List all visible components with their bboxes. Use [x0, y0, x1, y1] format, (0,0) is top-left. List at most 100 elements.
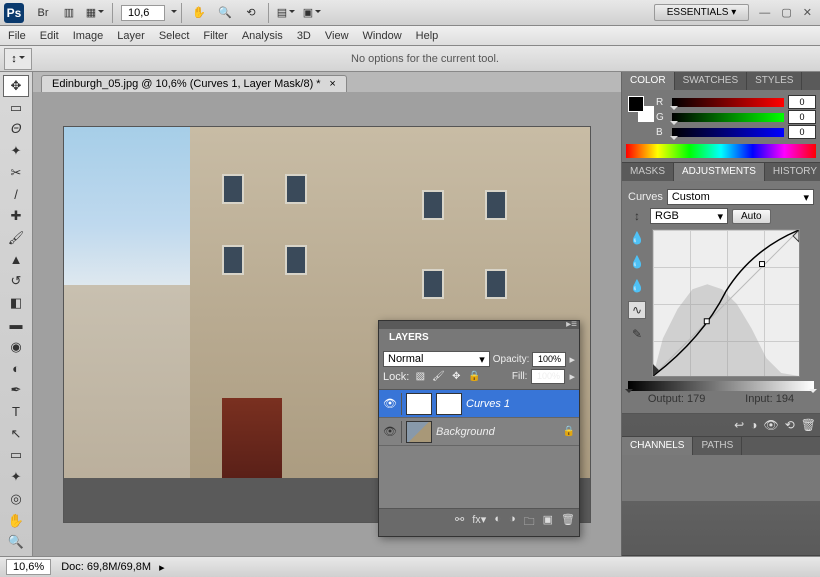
tab-masks[interactable]: MASKS — [622, 163, 674, 181]
menu-select[interactable]: Select — [159, 30, 190, 42]
workspace-switcher[interactable]: ESSENTIALS ▾ — [654, 4, 750, 21]
shape-tool-icon[interactable]: ▭ — [3, 444, 29, 466]
healing-tool-icon[interactable]: ✚ — [3, 205, 29, 227]
tab-adjustments[interactable]: ADJUSTMENTS — [674, 163, 765, 181]
opacity-slider-icon[interactable]: ▸ — [569, 353, 575, 366]
channel-select[interactable]: RGB▾ — [650, 208, 728, 224]
status-menu-icon[interactable]: ▸ — [159, 561, 165, 574]
brush-tool-icon[interactable]: 🖌 — [3, 227, 29, 249]
adjustment-thumb-icon[interactable]: ∿ — [406, 393, 432, 415]
menu-help[interactable]: Help — [416, 30, 439, 42]
fill-value[interactable]: 100% — [531, 369, 565, 384]
new-layer-icon[interactable]: ▣ — [543, 513, 553, 532]
layer-row[interactable]: 👁 Background 🔒 — [379, 418, 579, 446]
eyedropper-tool-icon[interactable]: / — [3, 184, 29, 206]
move-tool-icon[interactable]: ✥ — [3, 75, 29, 97]
history-brush-tool-icon[interactable]: ↺ — [3, 271, 29, 293]
type-tool-icon[interactable]: T — [3, 401, 29, 423]
layer-style-icon[interactable]: fx▾ — [472, 513, 486, 532]
lock-transparency-icon[interactable]: ▧ — [413, 370, 427, 384]
layer-thumb-icon[interactable] — [406, 421, 432, 443]
menu-image[interactable]: Image — [73, 30, 104, 42]
status-zoom[interactable]: 10,6% — [6, 559, 51, 575]
red-slider[interactable] — [672, 98, 784, 107]
delete-layer-icon[interactable]: 🗑 — [561, 513, 575, 532]
curves-preset-select[interactable]: Custom▾ — [667, 189, 814, 205]
foreground-background-swatch[interactable] — [628, 96, 654, 122]
marquee-tool-icon[interactable]: ▭ — [3, 97, 29, 119]
tab-paths[interactable]: PATHS — [693, 437, 742, 455]
blend-mode-select[interactable]: Normal▾ — [383, 351, 490, 367]
reset-icon[interactable]: ⟲ — [785, 418, 795, 432]
tab-history[interactable]: HISTORY — [765, 163, 820, 181]
tab-channels[interactable]: CHANNELS — [622, 437, 693, 455]
blue-value[interactable]: 0 — [788, 125, 816, 139]
tab-color[interactable]: COLOR — [622, 72, 675, 90]
delete-adj-icon[interactable]: 🗑 — [801, 418, 816, 432]
menu-3d[interactable]: 3D — [297, 30, 311, 42]
window-controls[interactable]: — ▢ ✕ — [759, 6, 816, 19]
add-mask-icon[interactable]: ◐ — [494, 513, 501, 532]
curve-draw-tool-icon[interactable]: ✎ — [628, 325, 646, 343]
path-select-tool-icon[interactable]: ↖ — [3, 423, 29, 445]
arrange-docs-icon[interactable]: ▤ — [275, 3, 297, 23]
tab-styles[interactable]: STYLES — [747, 72, 802, 90]
layer-name[interactable]: Curves 1 — [466, 398, 510, 410]
opacity-value[interactable]: 100% — [532, 352, 566, 367]
dodge-tool-icon[interactable]: ◐ — [3, 358, 29, 380]
3d-camera-tool-icon[interactable]: ◎ — [3, 488, 29, 510]
tab-swatches[interactable]: SWATCHES — [675, 72, 748, 90]
green-slider[interactable] — [672, 113, 784, 122]
gradient-tool-icon[interactable]: ▬ — [3, 314, 29, 336]
link-layers-icon[interactable]: ⚯ — [455, 513, 464, 532]
menu-filter[interactable]: Filter — [203, 30, 227, 42]
eyedropper-gray-icon[interactable]: 💧 — [628, 253, 646, 271]
lock-all-icon[interactable]: 🔒 — [467, 370, 481, 384]
pen-tool-icon[interactable]: ✒ — [3, 379, 29, 401]
lasso-tool-icon[interactable]: 𝛩 — [3, 118, 29, 140]
input-ramp[interactable] — [628, 381, 814, 391]
fill-slider-icon[interactable]: ▸ — [569, 370, 575, 383]
target-adjust-icon[interactable]: ↕ — [628, 207, 646, 225]
new-group-icon[interactable]: 🗀 — [524, 513, 535, 532]
zoom-icon[interactable]: 🔍 — [214, 3, 236, 23]
mini-bridge-icon[interactable]: ▥ — [58, 3, 80, 23]
blur-tool-icon[interactable]: ◉ — [3, 336, 29, 358]
tab-layers[interactable]: LAYERS — [379, 329, 439, 346]
screen-mode-icon[interactable]: ▣ — [301, 3, 323, 23]
quick-select-tool-icon[interactable]: ✦ — [3, 140, 29, 162]
layers-panel[interactable]: ▸≡ LAYERS Normal▾ Opacity: 100% ▸ Lock: … — [378, 320, 580, 537]
red-value[interactable]: 0 — [788, 95, 816, 109]
blue-slider[interactable] — [672, 128, 784, 137]
3d-tool-icon[interactable]: ✦ — [3, 466, 29, 488]
menu-view[interactable]: View — [325, 30, 349, 42]
menu-window[interactable]: Window — [363, 30, 402, 42]
close-tab-icon[interactable]: × — [329, 78, 335, 90]
menu-edit[interactable]: Edit — [40, 30, 59, 42]
view-previous-icon[interactable]: 👁 — [763, 418, 778, 432]
layer-name[interactable]: Background — [436, 426, 495, 438]
stamp-tool-icon[interactable]: ▲ — [3, 249, 29, 271]
zoom-tool-icon[interactable]: 🔍 — [3, 531, 29, 553]
view-extras-icon[interactable]: ▦ — [84, 3, 106, 23]
menu-analysis[interactable]: Analysis — [242, 30, 283, 42]
green-value[interactable]: 0 — [788, 110, 816, 124]
panel-menu-icon[interactable]: ▸≡ — [566, 319, 577, 330]
crop-tool-icon[interactable]: ✂ — [3, 162, 29, 184]
lock-pixels-icon[interactable]: 🖌 — [431, 370, 445, 384]
zoom-value[interactable]: 10,6 — [121, 5, 165, 21]
eyedropper-black-icon[interactable]: 💧 — [628, 229, 646, 247]
layer-row[interactable]: 👁 ∿ Curves 1 — [379, 390, 579, 418]
hand-icon[interactable]: ✋ — [188, 3, 210, 23]
lock-position-icon[interactable]: ✥ — [449, 370, 463, 384]
menu-layer[interactable]: Layer — [117, 30, 145, 42]
menu-file[interactable]: File — [8, 30, 26, 42]
bridge-icon[interactable]: Br — [32, 3, 54, 23]
document-tab[interactable]: Edinburgh_05.jpg @ 10,6% (Curves 1, Laye… — [41, 75, 347, 92]
auto-button[interactable]: Auto — [732, 209, 771, 224]
curve-point-tool-icon[interactable]: ∿ — [628, 301, 646, 319]
new-adjustment-icon[interactable]: ◑ — [509, 513, 516, 532]
eraser-tool-icon[interactable]: ◧ — [3, 292, 29, 314]
mask-thumb-icon[interactable] — [436, 393, 462, 415]
visibility-icon[interactable]: 👁 — [383, 425, 397, 439]
